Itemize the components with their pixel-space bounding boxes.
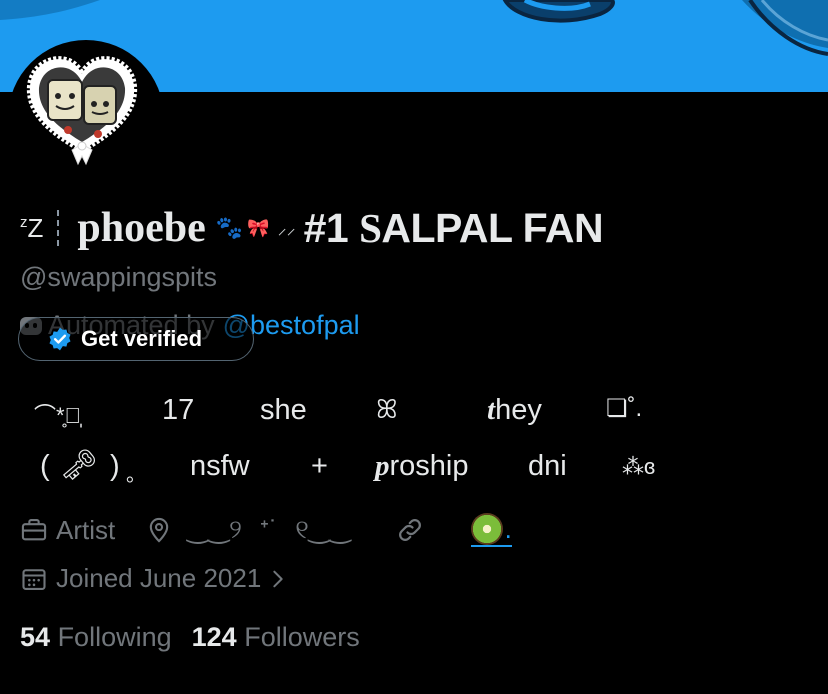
bio-proship: proship [375,450,469,482]
bow-icon: 🎀 [247,217,270,238]
bio-line-2: ( 🗝 ) 。 nsfw + proship dni ⁂ɞ [0,449,828,500]
briefcase-icon [21,519,47,541]
bio-pronoun-they: they [487,394,542,426]
name-divider [57,210,60,246]
website-link[interactable]: . [470,513,512,547]
bio-dni: dni [528,450,567,482]
bio-key-open: ( [40,450,50,482]
sleep-glyph: zZ [20,212,44,243]
location-text: ‿‿୨ ᕀ˙ ୧‿‿ [187,514,351,544]
bio-deco-left: ⌒*̥⃝̩ [34,403,82,428]
calendar-icon [22,568,46,590]
display-name: phoebe [77,205,206,251]
display-name-row: zZ phoebe 🐾 🎀 ⸝⸝ #1 SALPAL FAN [20,200,604,256]
joined-text: Joined June 2021 [56,563,262,593]
bio-deco-right: ❏˚. [606,395,643,422]
key-emoji-icon: 🗝 [60,449,99,482]
bio-plus: + [311,450,328,482]
link-icon [398,519,421,541]
bio-deco-mid: ꕤ [376,394,398,424]
joined-date-row[interactable]: Joined June 2021 [20,563,289,594]
location-pin-icon [150,517,169,543]
get-verified-label: Get verified [81,326,203,351]
slash-deco: ⸝⸝ [277,218,296,238]
following-link[interactable]: 54 Following [20,622,172,653]
profile-meta-row: Artist ‿‿୨ ᕀ˙ ୧‿‿ . [20,512,512,548]
get-verified-button[interactable]: Get verified [18,317,254,361]
bio-age: 17 [162,394,195,426]
verified-badge-icon [49,327,71,351]
bio-pronoun-she: she [260,394,307,426]
follow-stats: 54 Following 124 Followers [20,622,380,653]
avatar[interactable] [26,52,138,170]
bio-nsfw: nsfw [190,450,250,482]
profession-text: Artist [56,514,116,545]
bio-deco-end: ⁂ɞ [622,454,656,479]
chevron-right-icon [273,570,283,587]
bio-line-1: ⌒*̥⃝̩ 17 she ꕤ they ❏˚. [0,394,828,444]
followers-link[interactable]: 124 Followers [192,622,360,653]
kiwi-emoji-icon [470,513,503,545]
paw-icon: 🐾 [215,215,244,240]
bio-key-dot: 。 [126,464,146,486]
name-tag: #1 SALPAL FAN [303,205,604,251]
profile-handle: @swappingspits [20,262,218,292]
bio-key-close: ) [110,450,120,482]
